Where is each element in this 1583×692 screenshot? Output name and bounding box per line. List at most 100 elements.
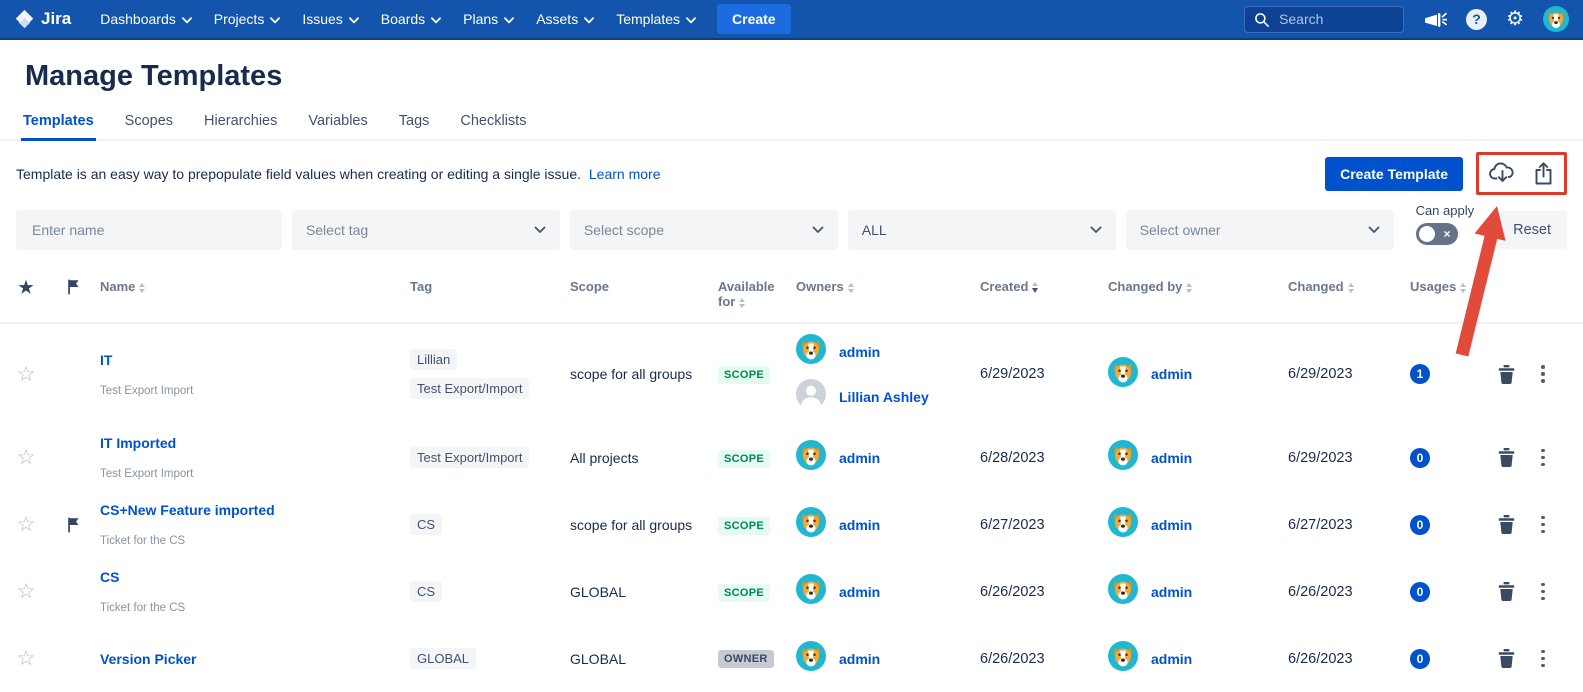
tab-templates[interactable]: Templates	[21, 109, 96, 141]
changed-by-cell: admin	[1108, 641, 1288, 676]
search-input[interactable]	[1277, 10, 1389, 28]
table-row: ☆CSTicket for the CSCSGLOBALSCOPEadmin6/…	[0, 558, 1583, 625]
owner-link[interactable]: admin	[1151, 450, 1192, 466]
chevron-down-icon	[1090, 221, 1102, 239]
jira-logo[interactable]: Jira	[14, 9, 71, 30]
created-date: 6/27/2023	[980, 517, 1108, 533]
usages-count-badge: 1	[1410, 364, 1430, 384]
changed-date: 6/26/2023	[1288, 651, 1410, 667]
delete-trash-icon[interactable]	[1498, 365, 1515, 384]
favorite-star-icon[interactable]: ☆	[17, 581, 36, 602]
dog-avatar-icon	[1108, 357, 1138, 392]
owner-filter-select[interactable]: Select owner	[1126, 210, 1394, 250]
tab-scopes[interactable]: Scopes	[123, 109, 175, 141]
owner-link[interactable]: admin	[1151, 584, 1192, 600]
delete-trash-icon[interactable]	[1498, 649, 1515, 668]
favorite-star-icon[interactable]: ☆	[17, 648, 36, 669]
dog-avatar-icon	[1108, 574, 1138, 609]
user-avatar[interactable]	[1543, 6, 1569, 32]
owner-link[interactable]: Lillian Ashley	[839, 389, 929, 405]
nav-item-label: Projects	[214, 11, 265, 27]
favorite-star-icon[interactable]: ☆	[17, 364, 36, 385]
more-actions-kebab-icon[interactable]	[1539, 363, 1547, 385]
tag-chip: GLOBAL	[410, 648, 476, 669]
owner-link[interactable]: admin	[1151, 651, 1192, 667]
flag-column-header-icon[interactable]	[67, 279, 81, 298]
import-cloud-download-icon[interactable]	[1489, 162, 1516, 185]
more-actions-kebab-icon[interactable]	[1539, 581, 1547, 603]
created-date: 6/26/2023	[980, 584, 1108, 600]
template-name-link[interactable]: IT	[100, 352, 112, 368]
delete-trash-icon[interactable]	[1498, 448, 1515, 467]
owner-link[interactable]: admin	[839, 344, 880, 360]
reset-button[interactable]: Reset	[1497, 211, 1567, 249]
column-header-usages[interactable]: Usages	[1410, 279, 1466, 294]
column-header-available-for[interactable]: Available for	[718, 279, 775, 309]
more-actions-kebab-icon[interactable]	[1539, 648, 1547, 670]
chevron-down-icon	[534, 221, 546, 239]
changed-date: 6/26/2023	[1288, 584, 1410, 600]
flag-icon	[67, 517, 81, 533]
template-name-link[interactable]: CS	[100, 569, 119, 585]
create-template-button[interactable]: Create Template	[1325, 157, 1463, 191]
tab-variables[interactable]: Variables	[306, 109, 369, 141]
usages-cell: 0	[1410, 515, 1498, 535]
export-share-icon[interactable]	[1533, 162, 1554, 185]
column-header-owners[interactable]: Owners	[796, 279, 854, 294]
nav-item-boards[interactable]: Boards	[370, 0, 452, 39]
brand-name: Jira	[41, 9, 71, 29]
template-name-link[interactable]: IT Imported	[100, 435, 176, 451]
tab-hierarchies[interactable]: Hierarchies	[202, 109, 279, 141]
search-box	[1244, 6, 1404, 33]
nav-item-projects[interactable]: Projects	[203, 0, 292, 39]
template-name-link[interactable]: Version Picker	[100, 651, 197, 667]
learn-more-link[interactable]: Learn more	[589, 166, 661, 182]
favorite-star-icon[interactable]: ☆	[17, 514, 36, 535]
nav-item-issues[interactable]: Issues	[291, 0, 369, 39]
more-actions-kebab-icon[interactable]	[1539, 447, 1547, 469]
tag-chip: Lillian	[410, 349, 457, 370]
owner-link[interactable]: admin	[1151, 366, 1192, 382]
dog-avatar-icon	[1108, 440, 1138, 475]
column-header-created[interactable]: Created	[980, 279, 1038, 294]
delete-trash-icon[interactable]	[1498, 582, 1515, 601]
tab-checklists[interactable]: Checklists	[458, 109, 528, 141]
row-actions	[1498, 648, 1583, 670]
gear-icon[interactable]: ⚙	[1506, 9, 1524, 29]
can-apply-toggle[interactable]: ×	[1416, 223, 1458, 245]
search-icon	[1254, 12, 1269, 27]
tab-tags[interactable]: Tags	[397, 109, 432, 141]
more-actions-kebab-icon[interactable]	[1539, 514, 1547, 536]
owner-link[interactable]: admin	[1151, 517, 1192, 533]
nav-item-templates[interactable]: Templates	[605, 0, 707, 39]
available-for-badge: OWNER	[718, 650, 774, 668]
tag-filter-select[interactable]: Select tag	[292, 210, 560, 250]
template-name-link[interactable]: CS+New Feature imported	[100, 502, 275, 518]
changed-by-cell: admin	[1108, 507, 1288, 542]
column-header-name[interactable]: Name	[100, 279, 145, 294]
nav-item-assets[interactable]: Assets	[525, 0, 605, 39]
column-header-changed[interactable]: Changed	[1288, 279, 1354, 294]
delete-trash-icon[interactable]	[1498, 515, 1515, 534]
apply-filter-select[interactable]: ALL	[848, 210, 1116, 250]
nav-item-plans[interactable]: Plans	[452, 0, 525, 39]
owner-link[interactable]: admin	[839, 517, 880, 533]
column-header-changed-by[interactable]: Changed by	[1108, 279, 1192, 294]
announcements-megaphone-icon[interactable]	[1423, 9, 1447, 30]
tag-cell: Lillian Test Export/Import	[410, 349, 570, 399]
chevron-down-icon	[182, 17, 192, 24]
owner-link[interactable]: admin	[839, 450, 880, 466]
toggle-knob	[1419, 226, 1435, 242]
nav-item-dashboards[interactable]: Dashboards	[89, 0, 203, 39]
star-column-header-icon[interactable]: ★	[18, 279, 33, 296]
import-export-toolbar	[1476, 152, 1567, 195]
owner-link[interactable]: admin	[839, 651, 880, 667]
changed-by-cell: admin	[1108, 357, 1288, 392]
tag-chip: Test Export/Import	[410, 378, 529, 399]
nav-create-button[interactable]: Create	[717, 4, 791, 34]
favorite-star-icon[interactable]: ☆	[17, 447, 36, 468]
name-filter-input[interactable]	[30, 221, 268, 239]
scope-filter-select[interactable]: Select scope	[570, 210, 838, 250]
help-icon[interactable]: ?	[1466, 9, 1487, 30]
owner-link[interactable]: admin	[839, 584, 880, 600]
